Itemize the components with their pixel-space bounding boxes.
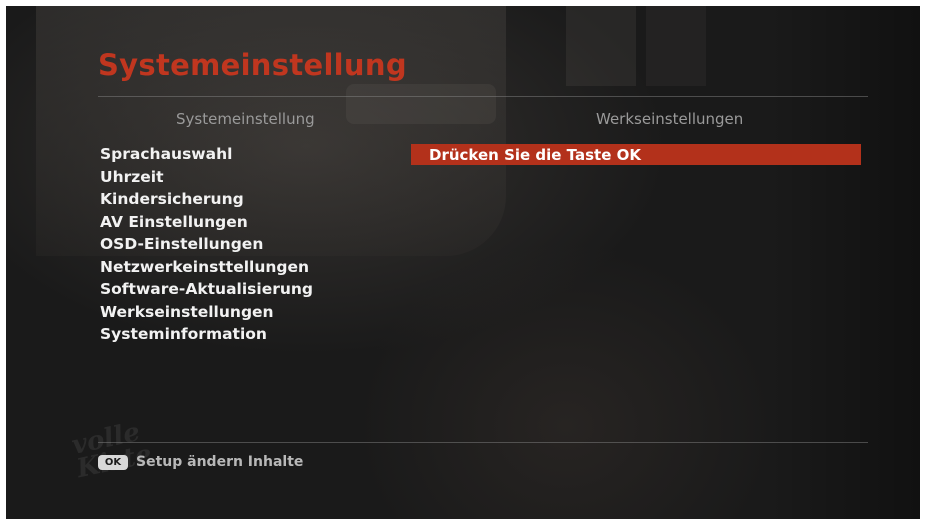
press-ok-label: Drücken Sie die Taste OK <box>429 145 641 164</box>
background-door-shape-2 <box>646 6 706 86</box>
menu-item-werkseinstellungen[interactable]: Werkseinstellungen <box>100 301 313 324</box>
menu-item-sprachauswahl[interactable]: Sprachauswahl <box>100 143 313 166</box>
channel-watermark-logo: volleKiste <box>69 417 154 484</box>
menu-item-uhrzeit[interactable]: Uhrzeit <box>100 166 313 189</box>
menu-item-systeminformation[interactable]: Systeminformation <box>100 323 313 346</box>
left-column-heading: Systemeinstellung <box>176 110 315 128</box>
menu-item-software-aktualisierung[interactable]: Software-Aktualisierung <box>100 278 313 301</box>
background-door-shape <box>566 6 636 86</box>
settings-menu: Sprachauswahl Uhrzeit Kindersicherung AV… <box>100 143 313 346</box>
footer-hint-text: Setup ändern Inhalte <box>136 454 304 470</box>
ok-key-icon: OK <box>98 454 128 470</box>
page-title: Systemeinstellung <box>98 48 407 82</box>
menu-item-kindersicherung[interactable]: Kindersicherung <box>100 188 313 211</box>
tv-screen: Systemeinstellung Systemeinstellung Werk… <box>6 6 920 519</box>
background-window-shape <box>346 84 496 124</box>
header-divider <box>98 96 868 97</box>
right-column-heading: Werkseinstellungen <box>596 110 744 128</box>
menu-item-osd-einstellungen[interactable]: OSD-Einstellungen <box>100 233 313 256</box>
footer-hint: OK Setup ändern Inhalte <box>98 454 303 470</box>
menu-item-av-einstellungen[interactable]: AV Einstellungen <box>100 211 313 234</box>
menu-item-netzwerkeinstellungen[interactable]: Netzwerkeinsttellungen <box>100 256 313 279</box>
press-ok-highlight[interactable]: Drücken Sie die Taste OK <box>411 144 861 165</box>
footer-divider <box>98 442 868 443</box>
